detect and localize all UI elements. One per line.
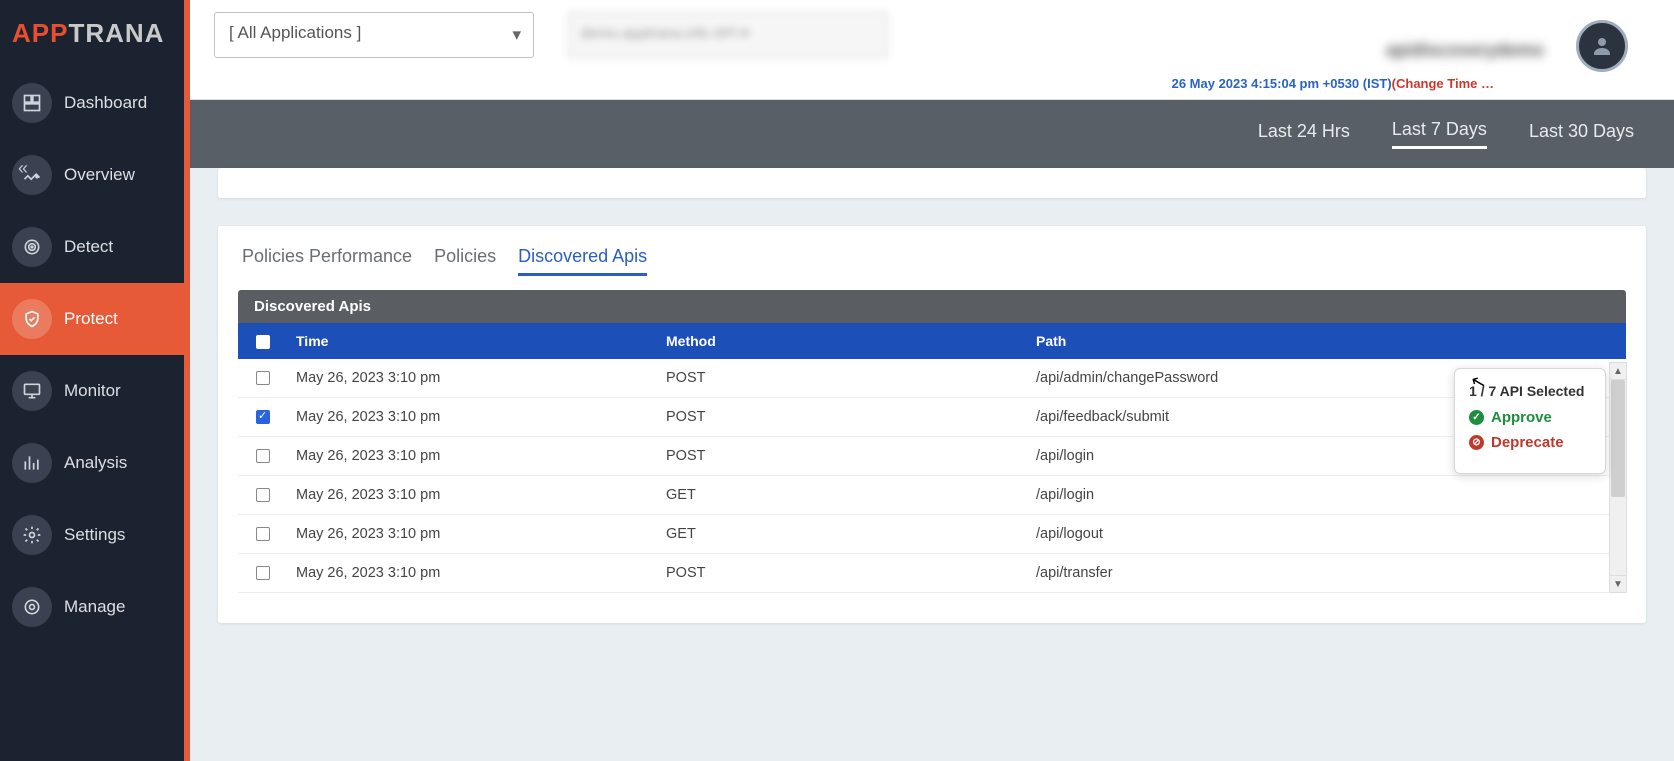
logo: APPTRANA (0, 0, 184, 67)
monitor-icon (12, 371, 52, 411)
collapse-sidebar-icon[interactable]: « (18, 158, 28, 179)
cell-time: May 26, 2023 3:10 pm (288, 437, 658, 476)
table-row[interactable]: May 26, 2023 3:10 pm POST /api/feedback/… (238, 398, 1626, 437)
cell-method: GET (658, 476, 1028, 515)
sidebar-item-label: Manage (64, 597, 125, 617)
upper-card-fragment (218, 168, 1646, 198)
timestamp-text: 26 May 2023 4:15:04 pm +0530 (IST) (1172, 76, 1392, 91)
settings-icon (12, 515, 52, 555)
chevron-down-icon: ▾ (512, 25, 521, 45)
dashboard-icon (12, 83, 52, 123)
row-checkbox[interactable] (256, 566, 270, 580)
sidebar-item-settings[interactable]: Settings (0, 499, 184, 571)
cell-method: POST (658, 554, 1028, 593)
sidebar-item-label: Monitor (64, 381, 121, 401)
api-table: Time Method Path May 26, 2023 3:10 pm PO… (238, 323, 1626, 593)
col-path[interactable]: Path (1028, 323, 1626, 359)
account-name-blurred: apidiscoverydemo (1386, 40, 1544, 61)
change-time-link[interactable]: (Change Time … (1392, 76, 1494, 91)
scroll-track[interactable] (1609, 380, 1627, 575)
application-select-value: [ All Applications ] (229, 23, 361, 42)
cell-time: May 26, 2023 3:10 pm (288, 476, 658, 515)
timerange-last-24-hrs[interactable]: Last 24 Hrs (1258, 121, 1350, 148)
row-checkbox[interactable] (256, 410, 270, 424)
cell-time: May 26, 2023 3:10 pm (288, 398, 658, 437)
sidebar-item-label: Analysis (64, 453, 127, 473)
timerange-last-30-days[interactable]: Last 30 Days (1529, 121, 1634, 148)
cell-time: May 26, 2023 3:10 pm (288, 359, 658, 398)
sidebar-item-analysis[interactable]: Analysis (0, 427, 184, 499)
scroll-thumb[interactable] (1611, 380, 1625, 497)
row-checkbox[interactable] (256, 488, 270, 502)
discovered-apis-card: Policies Performance Policies Discovered… (218, 226, 1646, 623)
tab-policies[interactable]: Policies (434, 246, 496, 276)
cell-path: /api/login (1028, 476, 1626, 515)
table-row[interactable]: May 26, 2023 3:10 pm GET /api/logout (238, 515, 1626, 554)
table-row[interactable]: May 26, 2023 3:10 pm GET /api/login (238, 476, 1626, 515)
cell-path: /api/transfer (1028, 554, 1626, 593)
cell-method: POST (658, 359, 1028, 398)
deprecate-button[interactable]: ⊘ Deprecate (1469, 434, 1591, 451)
card-tabs: Policies Performance Policies Discovered… (238, 246, 1626, 276)
sidebar-item-detect[interactable]: Detect (0, 211, 184, 283)
approve-button[interactable]: ✓ Approve (1469, 409, 1591, 426)
manage-icon (12, 587, 52, 627)
timestamp-row: 26 May 2023 4:15:04 pm +0530 (IST)(Chang… (1172, 76, 1494, 91)
cell-path: /api/logout (1028, 515, 1626, 554)
sidebar-item-label: Detect (64, 237, 113, 257)
secondary-select-blurred[interactable]: demo.apptrana.info API ▾ (568, 12, 888, 58)
table-wrap: Time Method Path May 26, 2023 3:10 pm PO… (238, 323, 1626, 593)
col-time[interactable]: Time (288, 323, 658, 359)
check-circle-icon: ✓ (1469, 410, 1484, 425)
sidebar-item-dashboard[interactable]: Dashboard (0, 67, 184, 139)
analysis-icon (12, 443, 52, 483)
timerange-last-7-days[interactable]: Last 7 Days (1392, 119, 1487, 149)
timerange-bar: Last 24 Hrs Last 7 Days Last 30 Days (190, 100, 1674, 168)
sidebar-item-monitor[interactable]: Monitor (0, 355, 184, 427)
table-row[interactable]: May 26, 2023 3:10 pm POST /api/admin/cha… (238, 359, 1626, 398)
cell-time: May 26, 2023 3:10 pm (288, 515, 658, 554)
scroll-up-icon[interactable]: ▲ (1609, 362, 1627, 380)
header-checkbox[interactable] (256, 335, 270, 349)
tab-policies-performance[interactable]: Policies Performance (242, 246, 412, 276)
table-scrollbar[interactable]: ▲ ▼ (1609, 362, 1627, 593)
col-method[interactable]: Method (658, 323, 1028, 359)
top-header: [ All Applications ] ▾ demo.apptrana.inf… (190, 0, 1674, 100)
cell-method: POST (658, 398, 1028, 437)
cancel-circle-icon: ⊘ (1469, 435, 1484, 450)
row-checkbox[interactable] (256, 449, 270, 463)
sidebar-item-protect[interactable]: Protect (0, 283, 184, 355)
content: Policies Performance Policies Discovered… (190, 168, 1674, 643)
application-select[interactable]: [ All Applications ] ▾ (214, 12, 534, 58)
row-checkbox[interactable] (256, 527, 270, 541)
table-title: Discovered Apis (238, 290, 1626, 323)
approve-label: Approve (1491, 409, 1552, 426)
sidebar-item-manage[interactable]: Manage (0, 571, 184, 643)
sidebar-item-label: Protect (64, 309, 118, 329)
protect-icon (12, 299, 52, 339)
detect-icon (12, 227, 52, 267)
deprecate-label: Deprecate (1491, 434, 1564, 451)
cell-time: May 26, 2023 3:10 pm (288, 554, 658, 593)
sidebar-item-label: Dashboard (64, 93, 147, 113)
logo-part2: TRANA (68, 18, 164, 48)
logo-part1: APP (12, 18, 68, 48)
sidebar-item-label: Settings (64, 525, 125, 545)
table-row[interactable]: May 26, 2023 3:10 pm POST /api/login (238, 437, 1626, 476)
cell-method: GET (658, 515, 1028, 554)
scroll-down-icon[interactable]: ▼ (1609, 575, 1627, 593)
main-area: [ All Applications ] ▾ demo.apptrana.inf… (190, 0, 1674, 761)
avatar[interactable] (1576, 20, 1628, 72)
table-row[interactable]: May 26, 2023 3:10 pm POST /api/transfer (238, 554, 1626, 593)
tab-discovered-apis[interactable]: Discovered Apis (518, 246, 647, 276)
cell-method: POST (658, 437, 1028, 476)
sidebar: APPTRANA « Dashboard Overview Detect Pro… (0, 0, 184, 761)
row-checkbox[interactable] (256, 371, 270, 385)
sidebar-item-label: Overview (64, 165, 135, 185)
